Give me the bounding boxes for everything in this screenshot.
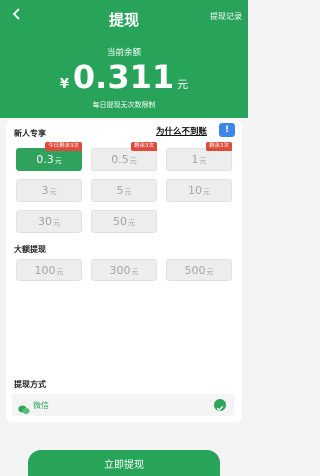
header: 提现 提现记录 当前余额 ¥ 0.311 元 每日提现无次数限制 — [0, 0, 248, 118]
amount-option-3[interactable]: 3元 — [16, 179, 82, 202]
withdraw-method-title: 提现方式 — [14, 380, 46, 389]
amount-unit: 元 — [53, 219, 60, 227]
remaining-badge: 剩余3次 — [131, 142, 157, 151]
wechat-icon — [18, 400, 30, 414]
amount-unit: 元 — [199, 157, 207, 165]
amount-value: 30 — [38, 215, 52, 228]
wechat-label: 微信 — [33, 401, 49, 410]
amount-unit: 元 — [203, 188, 210, 196]
amount-option-0-5[interactable]: 0.5 元 剩余3次 — [91, 142, 157, 171]
amount-option-1[interactable]: 1元 剩余3次 — [166, 142, 232, 171]
wechat-method-option[interactable]: 微信 — [12, 394, 234, 416]
amount-value: 300 — [109, 263, 131, 277]
amount-option-5[interactable]: 5元 — [91, 179, 157, 202]
amount-unit: 元 — [124, 188, 132, 196]
new-user-section-title: 新人专享 — [14, 129, 46, 138]
amount-unit: 元 — [54, 157, 62, 165]
balance-note: 每日提现无次数限制 — [92, 101, 156, 109]
remaining-badge: 今日剩余3次 — [45, 142, 82, 151]
currency-symbol: ¥ — [59, 77, 69, 92]
balance-row: ¥ 0.311 元 — [0, 60, 248, 94]
amount-value: 0.3 — [36, 153, 54, 166]
amount-option-10[interactable]: 10 元 — [166, 179, 232, 202]
amount-value: 100 — [34, 263, 56, 277]
amount-option-500[interactable]: 500 元 — [166, 259, 232, 281]
amount-value: 5 — [116, 184, 124, 197]
amount-unit: 元 — [206, 267, 214, 276]
amount-value: 1 — [191, 153, 199, 166]
balance-unit: 元 — [177, 78, 189, 91]
balance-label: 当前余额 — [106, 48, 141, 58]
withdraw-now-button[interactable]: 立即提现 — [28, 450, 220, 476]
balance-amount: 0.311 — [72, 58, 175, 96]
amount-unit: 元 — [131, 267, 139, 276]
info-icon[interactable]: ! — [219, 123, 235, 137]
amount-value: 500 — [184, 263, 206, 277]
withdraw-records-link[interactable]: 提现记录 — [210, 11, 242, 22]
amount-option-100[interactable]: 100 元 — [16, 259, 82, 281]
large-withdraw-section-title: 大额提现 — [14, 245, 46, 254]
amount-unit: 元 — [49, 188, 57, 196]
why-not-received-link[interactable]: 为什么不到账 — [156, 125, 207, 137]
amount-value: 50 — [113, 215, 127, 228]
amount-value: 0.5 — [111, 153, 129, 166]
amount-unit: 元 — [129, 157, 137, 165]
check-circle-icon — [214, 399, 226, 412]
remaining-badge: 剩余3次 — [206, 142, 232, 151]
amount-value: 3 — [41, 184, 49, 197]
amount-option-30[interactable]: 30 元 — [16, 210, 82, 233]
amount-option-50[interactable]: 50 元 — [91, 210, 157, 233]
amount-unit: 元 — [56, 267, 64, 276]
amount-option-300[interactable]: 300 元 — [91, 259, 157, 281]
amount-option-0-3[interactable]: 0.3 元 今日剩余3次 — [16, 142, 82, 171]
withdraw-card: 新人专享 为什么不到账 ! 0.3 元 今日剩余3次 0.5 元 剩余3次 1元 剩… — [6, 120, 242, 422]
amount-unit: 元 — [128, 219, 135, 227]
amount-value: 10 — [188, 184, 202, 197]
